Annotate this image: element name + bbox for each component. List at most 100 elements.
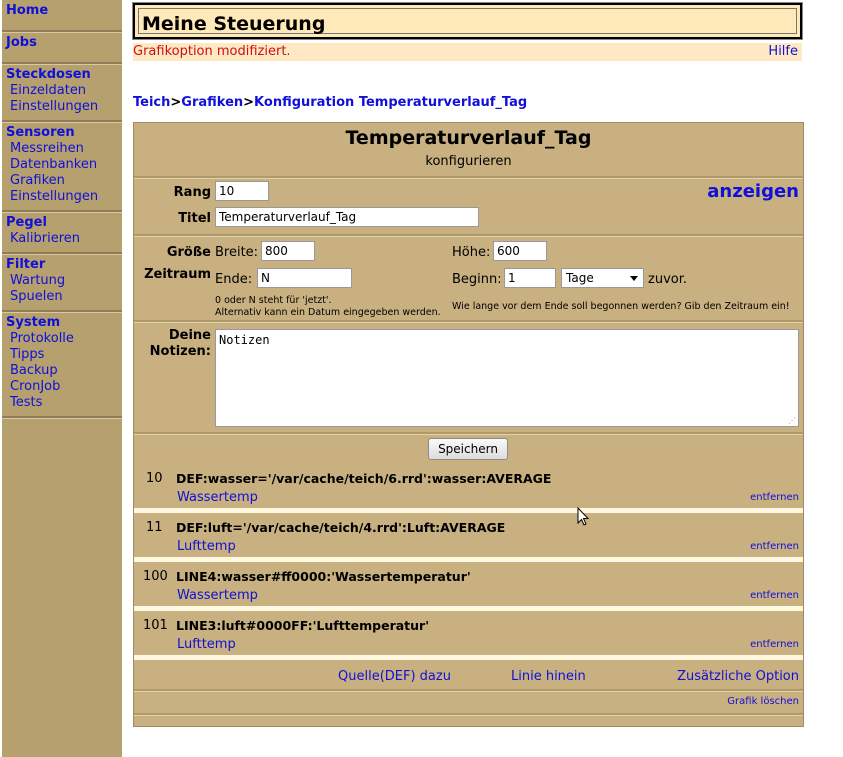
- breadcrumb-teich[interactable]: Teich: [133, 95, 170, 110]
- entry-separator: [134, 655, 803, 660]
- nav-steckdosen-einzeldaten[interactable]: Einzeldaten: [2, 83, 122, 99]
- titel-label: Titel: [178, 211, 211, 226]
- beginn-input[interactable]: [504, 268, 556, 288]
- nav-system-tests[interactable]: Tests: [2, 395, 122, 411]
- nav-sensoren-datenbanken[interactable]: Datenbanken: [2, 157, 122, 173]
- nav-group-jobs: Jobs: [2, 32, 122, 64]
- nav-filter-wartung[interactable]: Wartung: [2, 273, 122, 289]
- nav-home[interactable]: Home: [2, 3, 122, 19]
- entry-rank: 100: [143, 569, 168, 584]
- chevron-down-icon: [630, 276, 638, 281]
- unit-select-value: Tage: [566, 271, 594, 285]
- entry-definition: DEF:luft='/var/cache/teich/4.rrd':Luft:A…: [176, 520, 506, 535]
- nav-group-system: System Protokolle Tipps Backup CronJob T…: [2, 312, 122, 418]
- entry-link[interactable]: Lufttemp: [177, 539, 236, 554]
- nav-group-sensoren: Sensoren Messreihen Datenbanken Grafiken…: [2, 122, 122, 212]
- hoehe-input[interactable]: [493, 241, 547, 261]
- entry-separator: [134, 557, 803, 562]
- entry-rank: 101: [143, 618, 168, 633]
- entry-definition: LINE4:wasser#ff0000:'Wassertemperatur': [176, 569, 471, 584]
- rang-label: Rang: [173, 185, 211, 200]
- delete-section: Grafik löschen: [134, 691, 803, 715]
- notes-section: Deine Notizen: Notizen ⋰: [134, 322, 803, 434]
- anzeigen-link[interactable]: anzeigen: [707, 181, 799, 202]
- notes-textarea[interactable]: Notizen ⋰: [215, 329, 799, 427]
- beginn-hint: Wie lange vor dem Ende soll begonnen wer…: [452, 301, 790, 312]
- entry-separator: [134, 508, 803, 513]
- status-bar: Grafikoption modifiziert. Hilfe: [133, 43, 802, 61]
- entry-separator: [134, 606, 803, 611]
- entry-rank: 10: [146, 471, 163, 486]
- entry-row: 10 DEF:wasser='/var/cache/teich/6.rrd':w…: [134, 465, 803, 511]
- nav-filter[interactable]: Filter: [2, 257, 122, 273]
- help-link[interactable]: Hilfe: [768, 44, 798, 59]
- status-message: Grafikoption modifiziert.: [133, 44, 291, 59]
- entry-row: 11 DEF:luft='/var/cache/teich/4.rrd':Luf…: [134, 514, 803, 560]
- entry-link[interactable]: Lufttemp: [177, 637, 236, 652]
- unit-select[interactable]: Tage: [561, 268, 644, 288]
- nav-sensoren[interactable]: Sensoren: [2, 125, 122, 141]
- notizen-label-2: Notizen:: [149, 344, 211, 359]
- ende-hint-1: 0 oder N steht für 'jetzt'.: [215, 295, 332, 306]
- ende-input[interactable]: [257, 268, 352, 288]
- groesse-label: Größe: [166, 245, 211, 260]
- nav-group-pegel: Pegel Kalibrieren: [2, 212, 122, 254]
- entry-remove-link[interactable]: entfernen: [750, 590, 799, 601]
- nav-pegel-kalibrieren[interactable]: Kalibrieren: [2, 231, 122, 247]
- entry-definition: DEF:wasser='/var/cache/teich/6.rrd':wass…: [176, 471, 552, 486]
- resize-handle-icon[interactable]: ⋰: [788, 416, 796, 425]
- zuvor-label: zuvor.: [648, 272, 687, 287]
- nav-sensoren-einstellungen[interactable]: Einstellungen: [2, 189, 122, 205]
- delete-graphic-link[interactable]: Grafik löschen: [727, 696, 799, 707]
- entry-remove-link[interactable]: entfernen: [750, 492, 799, 503]
- breadcrumb-separator: >: [243, 95, 255, 110]
- titel-input[interactable]: [215, 207, 479, 227]
- sidebar: Home Jobs Steckdosen Einzeldaten Einstel…: [2, 0, 122, 757]
- nav-sensoren-messreihen[interactable]: Messreihen: [2, 141, 122, 157]
- entry-link[interactable]: Wassertemp: [177, 588, 258, 603]
- hoehe-label: Höhe:: [452, 245, 491, 260]
- breite-label: Breite:: [215, 245, 259, 260]
- config-panel: Temperaturverlauf_Tag konfigurieren Rang…: [133, 122, 804, 727]
- add-option-link[interactable]: Zusätzliche Option: [677, 669, 799, 684]
- notes-text: Notizen: [219, 333, 270, 347]
- breadcrumb-separator: >: [170, 95, 182, 110]
- save-button[interactable]: Speichern: [428, 438, 508, 460]
- nav-system-backup[interactable]: Backup: [2, 363, 122, 379]
- nav-jobs[interactable]: Jobs: [2, 35, 122, 51]
- rang-input[interactable]: [215, 181, 269, 201]
- nav-group-filter: Filter Wartung Spuelen: [2, 254, 122, 312]
- size-time-section: Größe Zeitraum Breite: Höhe: Ende: Begin…: [134, 236, 803, 322]
- nav-group-steckdosen: Steckdosen Einzeldaten Einstellungen: [2, 64, 122, 122]
- nav-sensoren-grafiken[interactable]: Grafiken: [2, 173, 122, 189]
- nav-group-home: Home: [2, 0, 122, 32]
- panel-title-section: Temperaturverlauf_Tag konfigurieren: [134, 123, 803, 178]
- entry-definition: LINE3:luft#0000FF:'Lufttemperatur': [176, 618, 430, 633]
- actions-section: Quelle(DEF) dazu Linie hinein Zusätzlich…: [134, 663, 803, 691]
- entry-remove-link[interactable]: entfernen: [750, 541, 799, 552]
- nav-system[interactable]: System: [2, 315, 122, 331]
- header-box: Meine Steuerung: [132, 2, 803, 40]
- beginn-label: Beginn:: [452, 272, 502, 287]
- notizen-label-1: Deine: [168, 328, 211, 343]
- entry-row: 101 LINE3:luft#0000FF:'Lufttemperatur' L…: [134, 612, 803, 658]
- entry-rank: 11: [146, 520, 163, 535]
- breite-input[interactable]: [261, 241, 315, 261]
- add-line-link[interactable]: Linie hinein: [511, 669, 586, 684]
- nav-filter-spuelen[interactable]: Spuelen: [2, 289, 122, 305]
- breadcrumb: Teich>Grafiken>Konfiguration Temperaturv…: [133, 95, 527, 110]
- nav-system-cronjob[interactable]: CronJob: [2, 379, 122, 395]
- nav-system-protokolle[interactable]: Protokolle: [2, 331, 122, 347]
- nav-steckdosen[interactable]: Steckdosen: [2, 67, 122, 83]
- nav-pegel[interactable]: Pegel: [2, 215, 122, 231]
- zeitraum-label: Zeitraum: [144, 267, 211, 282]
- add-source-link[interactable]: Quelle(DEF) dazu: [338, 669, 451, 684]
- breadcrumb-grafiken[interactable]: Grafiken: [181, 95, 243, 110]
- ende-hint-2: Alternativ kann ein Datum eingegeben wer…: [215, 307, 441, 318]
- entry-remove-link[interactable]: entfernen: [750, 639, 799, 650]
- nav-system-tipps[interactable]: Tipps: [2, 347, 122, 363]
- entry-row: 100 LINE4:wasser#ff0000:'Wassertemperatu…: [134, 563, 803, 609]
- entry-link[interactable]: Wassertemp: [177, 490, 258, 505]
- breadcrumb-konfiguration[interactable]: Konfiguration Temperaturverlauf_Tag: [254, 95, 527, 110]
- nav-steckdosen-einstellungen[interactable]: Einstellungen: [2, 99, 122, 115]
